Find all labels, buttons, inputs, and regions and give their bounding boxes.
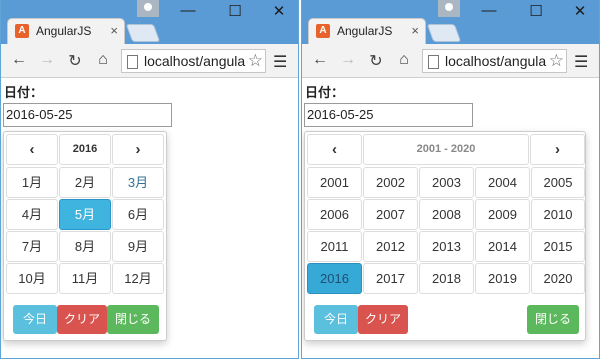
month-cell[interactable]: 9月 xyxy=(112,231,164,262)
year-cell[interactable]: 2018 xyxy=(419,263,474,294)
tab-title: AngularJS xyxy=(337,24,393,38)
page-content: 日付： 2016-05-25 ‹ 2001 - 2020 › 2001 2002… xyxy=(302,78,599,358)
year-cell-selected[interactable]: 2016 xyxy=(307,263,362,294)
date-input[interactable]: 2016-05-25 xyxy=(304,103,473,127)
year-cell[interactable]: 2005 xyxy=(531,167,585,198)
year-cell[interactable]: 2012 xyxy=(363,231,418,262)
home-icon[interactable]: ⌂ xyxy=(394,51,414,69)
month-cell[interactable]: 6月 xyxy=(112,199,164,230)
clear-button[interactable]: クリア xyxy=(358,305,408,334)
profile-icon[interactable] xyxy=(438,0,460,17)
month-cell[interactable]: 4月 xyxy=(6,199,58,230)
year-cell[interactable]: 2017 xyxy=(363,263,418,294)
year-cell[interactable]: 2001 xyxy=(307,167,362,198)
year-cell[interactable]: 2003 xyxy=(419,167,474,198)
browser-tab[interactable]: A AngularJS × xyxy=(308,18,426,44)
profile-icon[interactable] xyxy=(137,0,159,17)
date-label: 日付： xyxy=(4,85,44,100)
address-bar[interactable]: localhost/angular ☆ xyxy=(422,49,567,73)
year-cell[interactable]: 2002 xyxy=(363,167,418,198)
date-label: 日付： xyxy=(305,85,345,100)
browser-toolbar: ← → ↻ ⌂ localhost/angular ☆ ☰ xyxy=(302,44,599,78)
year-cell[interactable]: 2015 xyxy=(531,231,585,262)
month-picker-popup: ‹ 2016 › 1月 2月 3月 4月 5月 6月 7月 8月 9月 10月 … xyxy=(3,131,167,341)
year-cell[interactable]: 2013 xyxy=(419,231,474,262)
month-cell[interactable]: 2月 xyxy=(59,167,111,198)
year-cell[interactable]: 2006 xyxy=(307,199,362,230)
bookmark-star-icon[interactable]: ☆ xyxy=(245,51,263,71)
back-icon[interactable]: ← xyxy=(9,51,29,69)
minimize-icon[interactable]: — xyxy=(175,2,201,19)
maximize-icon[interactable]: ☐ xyxy=(222,2,248,20)
picker-title-button[interactable]: 2016 xyxy=(59,134,111,165)
angular-favicon-icon: A xyxy=(15,24,29,38)
today-button[interactable]: 今日 xyxy=(314,305,358,334)
page-icon xyxy=(428,55,439,69)
new-tab-button[interactable] xyxy=(125,24,161,42)
year-cell[interactable]: 2011 xyxy=(307,231,362,262)
year-cell[interactable]: 2019 xyxy=(475,263,530,294)
bookmark-star-icon[interactable]: ☆ xyxy=(546,51,564,71)
month-cell-selected[interactable]: 5月 xyxy=(59,199,111,230)
url-text: localhost/angular xyxy=(445,53,551,69)
month-cell[interactable]: 10月 xyxy=(6,263,58,294)
close-window-icon[interactable]: ✕ xyxy=(266,2,292,20)
year-cell[interactable]: 2004 xyxy=(475,167,530,198)
browser-window-right: A AngularJS × — ☐ ✕ ← → ↻ ⌂ localhost/an… xyxy=(301,0,600,359)
month-cell[interactable]: 12月 xyxy=(112,263,164,294)
tab-close-icon[interactable]: × xyxy=(110,23,118,38)
angular-favicon-icon: A xyxy=(316,24,330,38)
year-picker-popup: ‹ 2001 - 2020 › 2001 2002 2003 2004 2005… xyxy=(304,131,586,341)
year-cell[interactable]: 2008 xyxy=(419,199,474,230)
page-content: 日付： 2016-05-25 ‹ 2016 › 1月 2月 3月 4月 5月 6… xyxy=(1,78,298,358)
year-cell[interactable]: 2014 xyxy=(475,231,530,262)
title-bar: A AngularJS × — ☐ ✕ xyxy=(302,0,599,44)
url-text: localhost/angular xyxy=(144,53,250,69)
minimize-icon[interactable]: — xyxy=(476,2,502,19)
next-range-button[interactable]: › xyxy=(530,134,585,165)
tab-close-icon[interactable]: × xyxy=(411,23,419,38)
picker-title-button[interactable]: 2001 - 2020 xyxy=(363,134,529,165)
close-window-icon[interactable]: ✕ xyxy=(567,2,593,20)
maximize-icon[interactable]: ☐ xyxy=(523,2,549,20)
year-cell[interactable]: 2009 xyxy=(475,199,530,230)
month-cell[interactable]: 7月 xyxy=(6,231,58,262)
browser-window-left: A AngularJS × — ☐ ✕ ← → ↻ ⌂ localhost/an… xyxy=(0,0,299,359)
menu-icon[interactable]: ☰ xyxy=(273,52,287,72)
back-icon[interactable]: ← xyxy=(310,51,330,69)
today-button[interactable]: 今日 xyxy=(13,305,57,334)
forward-icon[interactable]: → xyxy=(37,51,57,69)
forward-icon[interactable]: → xyxy=(338,51,358,69)
reload-icon[interactable]: ↻ xyxy=(65,51,85,71)
close-button[interactable]: 閉じる xyxy=(107,305,159,334)
address-bar[interactable]: localhost/angular ☆ xyxy=(121,49,266,73)
clear-button[interactable]: クリア xyxy=(57,305,107,334)
close-button[interactable]: 閉じる xyxy=(527,305,579,334)
home-icon[interactable]: ⌂ xyxy=(93,51,113,69)
year-cell[interactable]: 2010 xyxy=(531,199,585,230)
new-tab-button[interactable] xyxy=(426,24,462,42)
title-bar: A AngularJS × — ☐ ✕ xyxy=(1,0,298,44)
browser-tab[interactable]: A AngularJS × xyxy=(7,18,125,44)
month-cell[interactable]: 8月 xyxy=(59,231,111,262)
tab-title: AngularJS xyxy=(36,24,92,38)
next-year-button[interactable]: › xyxy=(112,134,164,165)
reload-icon[interactable]: ↻ xyxy=(366,51,386,71)
year-cell[interactable]: 2007 xyxy=(363,199,418,230)
prev-range-button[interactable]: ‹ xyxy=(307,134,362,165)
month-cell-current[interactable]: 3月 xyxy=(112,167,164,198)
month-cell[interactable]: 1月 xyxy=(6,167,58,198)
page-icon xyxy=(127,55,138,69)
prev-year-button[interactable]: ‹ xyxy=(6,134,58,165)
date-input[interactable]: 2016-05-25 xyxy=(3,103,172,127)
browser-toolbar: ← → ↻ ⌂ localhost/angular ☆ ☰ xyxy=(1,44,298,78)
menu-icon[interactable]: ☰ xyxy=(574,52,588,72)
year-cell[interactable]: 2020 xyxy=(531,263,585,294)
month-cell[interactable]: 11月 xyxy=(59,263,111,294)
